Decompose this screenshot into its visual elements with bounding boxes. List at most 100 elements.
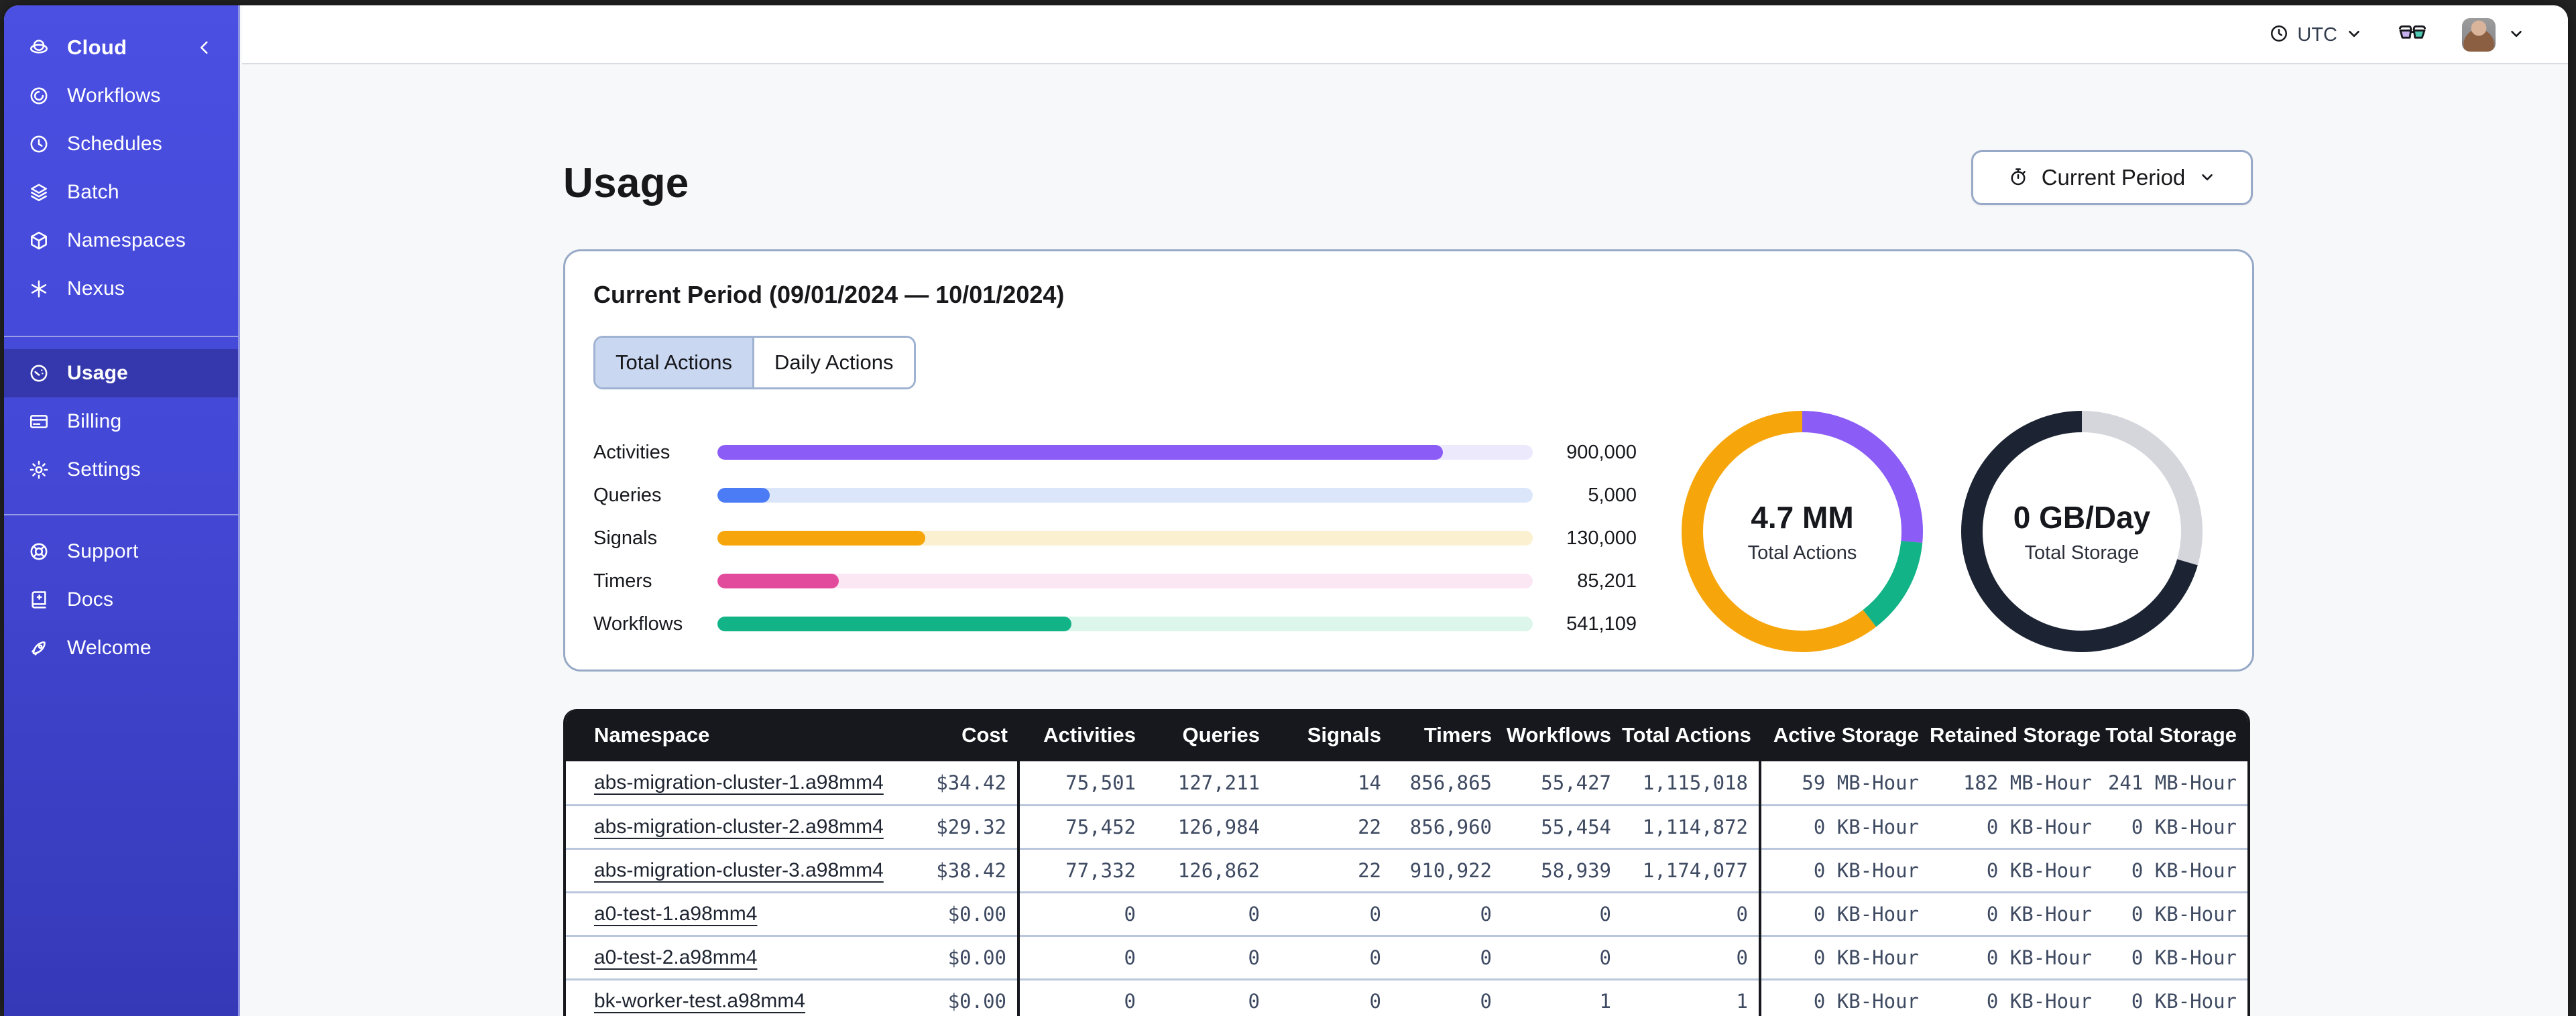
usage-table-body: abs-migration-cluster-1.a98mm4 $34.42 75,5… [566, 761, 2247, 1016]
col-header-workflows: Workflows [1503, 709, 1622, 761]
cell-signals: 14 [1271, 761, 1392, 806]
bar-row-timers: Timers 85,201 [593, 570, 1637, 592]
clock-icon [2269, 23, 2289, 47]
col-header-cost: Cost [853, 709, 1018, 761]
sidebar-item-settings[interactable]: Settings [4, 446, 238, 494]
sidebar-item-billing[interactable]: Billing [4, 397, 238, 446]
cell-total_storage: 241 MB-Hour [2103, 761, 2247, 806]
col-header-activities: Activities [1018, 709, 1147, 761]
cell-active_storage: 0 KB-Hour [1759, 892, 1930, 937]
sidebar-item-nexus[interactable]: Nexus [4, 265, 238, 313]
top-bar: UTC [242, 5, 2568, 64]
asterisk-icon [28, 278, 50, 300]
sidebar: Cloud Workflows Schedules Batch Namespac… [4, 5, 240, 1016]
namespace-link[interactable]: abs-migration-cluster-1.a98mm4 [594, 771, 884, 793]
cell-activities: 75,501 [1017, 761, 1147, 806]
sidebar-item-schedules[interactable]: Schedules [4, 120, 238, 168]
cell-timers: 856,960 [1392, 805, 1503, 850]
namespace-link[interactable]: a0-test-1.a98mm4 [594, 903, 757, 925]
table-row: abs-migration-cluster-2.a98mm4 $29.32 75,4… [566, 805, 2247, 850]
cell-total_storage: 0 KB-Hour [2103, 848, 2247, 893]
cell-workflows: 55,427 [1503, 761, 1622, 806]
donut-label: Total Storage [2024, 542, 2140, 564]
cell-activities: 0 [1017, 936, 1147, 980]
table-row: abs-migration-cluster-1.a98mm4 $34.42 75,5… [566, 761, 2247, 806]
period-selector-button[interactable]: Current Period [1971, 150, 2253, 205]
cell-total_actions: 0 [1622, 936, 1760, 980]
bar-track [717, 488, 1533, 503]
cell-workflows: 58,939 [1503, 848, 1622, 893]
bar-value: 130,000 [1566, 527, 1637, 549]
namespace-link[interactable]: abs-migration-cluster-3.a98mm4 [594, 859, 884, 881]
cell-active_storage: 59 MB-Hour [1759, 761, 1930, 806]
col-header-namespace: Namespace [566, 709, 853, 761]
cell-total_storage: 0 KB-Hour [2103, 979, 2247, 1016]
bar-row-signals: Signals 130,000 [593, 527, 1637, 549]
stopwatch-icon [2008, 167, 2028, 189]
cell-activities: 0 [1017, 892, 1147, 937]
table-header-row: Namespace Cost Activities Queries Signal… [566, 709, 2247, 761]
cell-total_actions: 1,114,872 [1622, 805, 1760, 850]
col-header-total-storage: Total Storage [2103, 709, 2247, 761]
credit-card-icon [28, 411, 50, 432]
tab-total-actions[interactable]: Total Actions [595, 338, 753, 387]
namespace-link[interactable]: a0-test-2.a98mm4 [594, 946, 757, 968]
cell-workflows: 0 [1503, 936, 1622, 980]
cell-queries: 126,984 [1147, 805, 1271, 850]
cell-signals: 22 [1271, 805, 1392, 850]
namespace-usage-table: Namespace Cost Activities Queries Signal… [563, 709, 2250, 1016]
table-row: abs-migration-cluster-3.a98mm4 $38.42 77,3… [566, 848, 2247, 893]
cell-queries: 126,862 [1147, 848, 1271, 893]
donut-value: 0 GB/Day [2013, 499, 2151, 535]
glasses-icon[interactable] [2398, 23, 2427, 46]
cell-active_storage: 0 KB-Hour [1759, 979, 1930, 1016]
tab-daily-actions[interactable]: Daily Actions [752, 338, 914, 387]
cell-timers: 0 [1392, 892, 1503, 937]
gear-icon [28, 459, 50, 481]
cell-signals: 22 [1271, 848, 1392, 893]
bar-value: 541,109 [1566, 613, 1637, 635]
cell-total_actions: 1 [1622, 979, 1760, 1016]
card-title: Current Period (09/01/2024 — 10/01/2024) [593, 281, 1065, 308]
cell-total_storage: 0 KB-Hour [2103, 805, 2247, 850]
table-row: bk-worker-test.a98mm4 $0.00 0 0 0 0 1 1 0 KB-Hou… [566, 979, 2247, 1016]
col-header-queries: Queries [1147, 709, 1271, 761]
sidebar-item-cloud[interactable]: Cloud [4, 23, 238, 72]
bar-track [717, 445, 1533, 460]
cell-cost: $0.00 [853, 892, 1018, 937]
sidebar-divider [4, 336, 238, 337]
cell-active_storage: 0 KB-Hour [1759, 936, 1930, 980]
namespace-link[interactable]: bk-worker-test.a98mm4 [594, 990, 805, 1012]
sidebar-item-namespaces[interactable]: Namespaces [4, 216, 238, 265]
donut-value: 4.7 MM [1751, 499, 1854, 535]
cell-queries: 0 [1147, 979, 1271, 1016]
timezone-selector[interactable]: UTC [2269, 23, 2363, 47]
collapse-sidebar-icon[interactable] [194, 37, 215, 58]
sidebar-item-batch[interactable]: Batch [4, 168, 238, 216]
gauge-icon [28, 363, 50, 384]
cell-total_storage: 0 KB-Hour [2103, 936, 2247, 980]
col-header-active-storage: Active Storage [1760, 709, 1930, 761]
donut-label: Total Actions [1747, 542, 1857, 564]
sidebar-item-workflows[interactable]: Workflows [4, 72, 238, 120]
cell-timers: 0 [1392, 979, 1503, 1016]
cell-retained_storage: 0 KB-Hour [1930, 892, 2103, 937]
sidebar-item-welcome[interactable]: Welcome [4, 624, 238, 672]
cell-total_actions: 1,115,018 [1622, 761, 1760, 806]
layers-icon [28, 182, 50, 203]
cell-cost: $0.00 [853, 936, 1018, 980]
user-avatar [2462, 18, 2496, 52]
sidebar-item-docs[interactable]: Docs [4, 576, 238, 624]
sidebar-item-support[interactable]: Support [4, 527, 238, 576]
cell-timers: 0 [1392, 936, 1503, 980]
namespace-link[interactable]: abs-migration-cluster-2.a98mm4 [594, 816, 884, 838]
temporal-logo-icon [28, 37, 50, 58]
account-menu[interactable] [2462, 18, 2525, 52]
cell-activities: 77,332 [1017, 848, 1147, 893]
total-actions-donut: 4.7 MM Total Actions [1682, 411, 1923, 652]
actions-bar-chart: Activities 900,000 Queries 5,000 Signals [593, 431, 1637, 645]
timezone-label: UTC [2297, 23, 2337, 46]
sidebar-item-usage[interactable]: Usage [4, 349, 238, 397]
cell-queries: 127,211 [1147, 761, 1271, 806]
chevron-down-icon [2345, 25, 2363, 46]
